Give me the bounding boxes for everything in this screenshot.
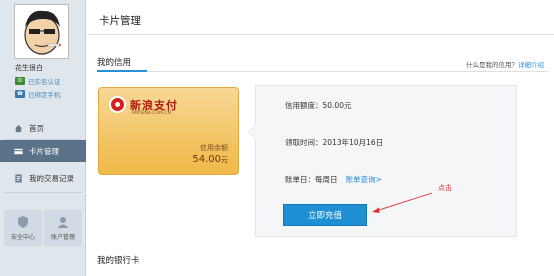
balance-value: 54.00 [192, 154, 221, 165]
avatar[interactable] [14, 4, 69, 59]
tile-security-center[interactable]: 安全中心 [4, 210, 42, 246]
user-icon [57, 217, 69, 228]
balance-amount: 54.00元 [192, 154, 228, 165]
claim-time-row: 领取时间：2013年10月16日 [285, 137, 383, 148]
claim-time-value: 2013年10月16日 [322, 138, 384, 147]
divider [87, 34, 554, 35]
annotation-click-text: 点击 [438, 184, 452, 192]
username: 花生很白 [15, 64, 43, 72]
help-text: 什么是我的信用？ [466, 61, 518, 69]
tile-label: 账户管理 [50, 234, 75, 241]
credit-section-title: 我的信用 [97, 58, 132, 68]
id-card-icon: ID [15, 77, 25, 85]
details-link[interactable]: 详细介绍 [518, 61, 544, 69]
sidebar-item-label: 我的交易记录 [29, 173, 74, 183]
sidebar-item-card-management[interactable]: 卡片管理 [0, 140, 86, 162]
claim-time-label: 领取时间： [285, 138, 323, 147]
bill-query-link[interactable]: 账单查询> [346, 175, 382, 184]
verified-realname-label: 已实名认证 [28, 78, 61, 86]
verified-phone-label: 已绑定手机 [28, 91, 61, 99]
sidebar-item-label: 首页 [29, 123, 44, 133]
balance-unit: 元 [221, 156, 228, 164]
sidebar: 花生很白 ID 已实名认证 ☎ 已绑定手机 首页 卡片管理 我的交易记录 安全中… [0, 0, 86, 276]
sina-logo-icon [109, 96, 126, 113]
card-icon [14, 148, 23, 154]
credit-limit-label: 信用额度： [285, 101, 323, 110]
tile-account-management[interactable]: 账户管理 [44, 210, 82, 246]
bottom-tiles: 安全中心 账户管理 [4, 210, 82, 246]
sidebar-item-transaction-records[interactable]: 我的交易记录 [0, 167, 86, 189]
bill-day-label: 账单日： [285, 175, 315, 184]
bill-day-value: 每周日 [315, 175, 338, 184]
section-underline [97, 70, 147, 72]
home-icon [14, 124, 23, 132]
bill-day-row: 账单日：每周日 账单查询> [285, 174, 382, 185]
divider [4, 192, 82, 193]
bank-card-section-title: 我的银行卡 [97, 256, 140, 266]
credit-limit-value: 50.00元 [322, 101, 352, 110]
sidebar-item-home[interactable]: 首页 [0, 117, 86, 139]
divider [97, 71, 548, 72]
balance-label: 信用余额 [200, 144, 228, 152]
credit-limit-row: 信用额度：50.00元 [285, 100, 351, 111]
recharge-now-button[interactable]: 立即充值 [283, 204, 367, 226]
verified-phone-badge[interactable]: ☎ 已绑定手机 [15, 89, 61, 99]
shield-icon [18, 216, 28, 228]
verified-realname-badge[interactable]: ID 已实名认证 [15, 76, 61, 86]
main-content: 卡片管理 我的信用 什么是我的信用？详细介绍 新浪支付 PAY.SINA.COM… [87, 0, 554, 276]
record-icon [15, 173, 22, 183]
page-title: 卡片管理 [99, 15, 141, 27]
credit-help: 什么是我的信用？详细介绍 [466, 59, 544, 69]
brand-url: PAY.SINA.COM.CN [132, 111, 171, 116]
credit-card[interactable]: 新浪支付 PAY.SINA.COM.CN 信用余额 54.00元 [98, 87, 239, 175]
tile-label: 安全中心 [10, 234, 35, 241]
annotation-arrow-icon [372, 192, 433, 213]
phone-icon: ☎ [15, 90, 25, 98]
avatar-cartoon-icon [15, 5, 68, 58]
sidebar-item-label: 卡片管理 [29, 146, 59, 156]
